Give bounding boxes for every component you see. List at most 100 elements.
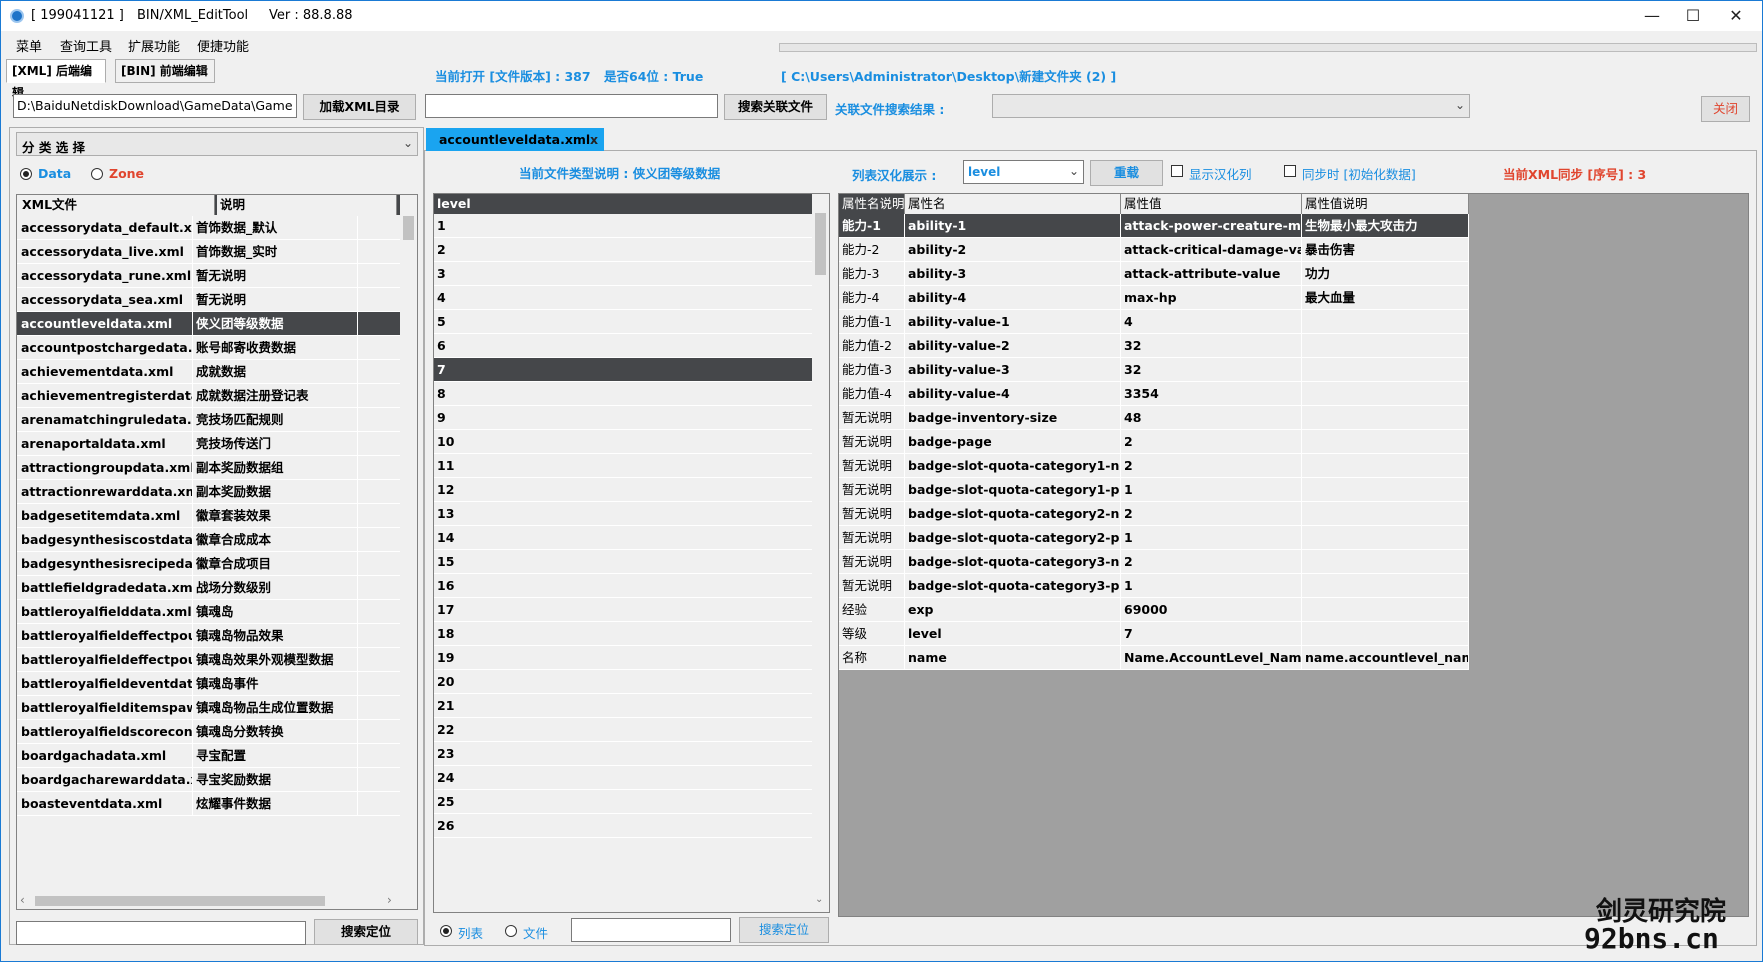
attribute-row[interactable]: 等级 level 7 [839, 622, 1469, 646]
sync-init-checkbox[interactable] [1284, 165, 1296, 177]
level-row[interactable]: 19 [434, 646, 812, 670]
attribute-row[interactable]: 能力-4 ability-4 max-hp 最大血量 [839, 286, 1469, 310]
radio-list[interactable] [440, 925, 452, 937]
level-row[interactable]: 12 [434, 478, 812, 502]
level-row[interactable]: 24 [434, 766, 812, 790]
close-button[interactable]: 关闭 [1701, 96, 1750, 122]
menu-extensions[interactable]: 扩展功能 [128, 36, 180, 55]
level-row[interactable]: 10 [434, 430, 812, 454]
close-window-button[interactable]: ✕ [1713, 1, 1759, 31]
radio-file[interactable] [505, 925, 517, 937]
attribute-row[interactable]: 能力值-4 ability-value-4 3354 [839, 382, 1469, 406]
file-table-hscroll[interactable]: ‹ › [17, 892, 417, 909]
table-row[interactable]: accountleveldata.xml 侠义团等级数据 [17, 312, 400, 336]
table-row[interactable]: boardgacharewarddata.xml寻宝奖励数据 [17, 768, 400, 792]
table-row[interactable]: battleroyalfielddata.xml 镇魂岛 [17, 600, 400, 624]
tab-xml-edit[interactable]: [XML] 后端编辑 [6, 59, 106, 100]
table-row[interactable]: badgesynthesisrecipedata.xml徽章合成项目 [17, 552, 400, 576]
col-xml-file[interactable]: XML文件 [17, 195, 215, 215]
table-row[interactable]: battleroyalfieldeffectpouchd...镇魂岛物品效果 [17, 624, 400, 648]
attribute-row[interactable]: 经验 exp 69000 [839, 598, 1469, 622]
table-row[interactable]: battleroyalfieldeffectpouch...镇魂岛效果外观模型数… [17, 648, 400, 672]
table-row[interactable]: attractionrewarddata.xml 副本奖励数据 [17, 480, 400, 504]
level-row[interactable]: 17 [434, 598, 812, 622]
table-row[interactable]: battlefieldgradedata.xml 战场分数级别 [17, 576, 400, 600]
level-row[interactable]: 22 [434, 718, 812, 742]
table-row[interactable]: arenamatchingruledata.xml竞技场匹配规则 [17, 408, 400, 432]
menu-shortcuts[interactable]: 便捷功能 [197, 36, 249, 55]
reload-button[interactable]: 重载 [1090, 160, 1163, 186]
minimize-button[interactable]: — [1629, 1, 1675, 31]
level-row[interactable]: 18 [434, 622, 812, 646]
table-row[interactable]: battleroyalfielditemspawnpo...镇魂岛物品生成位置数… [17, 696, 400, 720]
directory-input[interactable]: D:\BaiduNetdiskDownload\GameData\Game [13, 94, 297, 118]
table-row[interactable]: boasteventdata.xml 炫耀事件数据 [17, 792, 400, 816]
level-list-vscroll[interactable]: ⌄ [812, 194, 829, 912]
attribute-row[interactable]: 暂无说明badge-slot-quota-category1-normal2 [839, 454, 1469, 478]
level-row[interactable]: 16 [434, 574, 812, 598]
attribute-row[interactable]: 暂无说明badge-slot-quota-category3-premium1 [839, 574, 1469, 598]
level-row[interactable]: 11 [434, 454, 812, 478]
level-row[interactable]: 8 [434, 382, 812, 406]
show-cn-col-checkbox[interactable] [1171, 165, 1183, 177]
maximize-button[interactable]: ☐ [1670, 1, 1716, 31]
attribute-row[interactable]: 能力-1ability-1attack-power-creature-min-m… [839, 214, 1469, 238]
level-row[interactable]: 21 [434, 694, 812, 718]
table-row[interactable]: badgesetitemdata.xml 徽章套装效果 [17, 504, 400, 528]
table-row[interactable]: boardgachadata.xml 寻宝配置 [17, 744, 400, 768]
table-row[interactable]: battleroyalfieldeventdata.xml镇魂岛事件 [17, 672, 400, 696]
table-row[interactable]: accessorydata_default.xml 首饰数据_默认 [17, 216, 400, 240]
level-row[interactable]: 1 [434, 214, 812, 238]
col-display-select[interactable]: level ⌄ [963, 160, 1084, 184]
load-xml-dir-button[interactable]: 加载XML目录 [303, 94, 416, 120]
level-row[interactable]: 26 [434, 814, 812, 838]
level-row[interactable]: 15 [434, 550, 812, 574]
col-level[interactable]: level [434, 194, 812, 214]
level-row[interactable]: 13 [434, 502, 812, 526]
attribute-row[interactable]: 暂无说明 badge-page 2 [839, 430, 1469, 454]
attribute-row[interactable]: 暂无说明badge-slot-quota-category2-normal2 [839, 502, 1469, 526]
locate-button[interactable]: 搜索定位 [739, 917, 829, 943]
level-row[interactable]: 5 [434, 310, 812, 334]
level-row[interactable]: 3 [434, 262, 812, 286]
level-row[interactable]: 25 [434, 790, 812, 814]
col-attr-value[interactable]: 属性值 [1121, 194, 1302, 214]
attribute-row[interactable]: 能力-2ability-2attack-critical-damage-valu… [839, 238, 1469, 262]
col-attr-desc[interactable]: 属性名说明 [839, 194, 905, 214]
search-related-button[interactable]: 搜索关联文件 [724, 94, 827, 120]
attribute-row[interactable]: 能力值-3 ability-value-3 32 [839, 358, 1469, 382]
left-search-input[interactable] [16, 921, 306, 945]
table-row[interactable]: attractiongroupdata.xml 副本奖励数据组 [17, 456, 400, 480]
menu-query-tools[interactable]: 查询工具 [60, 36, 112, 55]
level-row[interactable]: 23 [434, 742, 812, 766]
attribute-row[interactable]: 能力-3 ability-3 attack-attribute-value 功力 [839, 262, 1469, 286]
level-row[interactable]: 9 [434, 406, 812, 430]
attribute-row[interactable]: 名称nameName.AccountLevel_Name_007name.acc… [839, 646, 1469, 670]
table-row[interactable]: arenaportaldata.xml 竞技场传送门 [17, 432, 400, 456]
category-select[interactable]: 分 类 选 择 ⌄ [16, 132, 418, 156]
table-row[interactable]: accessorydata_live.xml 首饰数据_实时 [17, 240, 400, 264]
level-row[interactable]: 14 [434, 526, 812, 550]
attribute-row[interactable]: 暂无说明badge-slot-quota-category2-premium1 [839, 526, 1469, 550]
table-row[interactable]: accessorydata_sea.xml 暂无说明 [17, 288, 400, 312]
table-row[interactable]: badgesynthesiscostdata.xml徽章合成成本 [17, 528, 400, 552]
attribute-row[interactable]: 暂无说明badge-slot-quota-category1-premium1 [839, 478, 1469, 502]
level-row[interactable]: 4 [434, 286, 812, 310]
table-row[interactable]: achievementdata.xml 成就数据 [17, 360, 400, 384]
table-row[interactable]: battleroyalfieldscoreconversi...镇魂岛分数转换 [17, 720, 400, 744]
level-row[interactable]: 20 [434, 670, 812, 694]
attribute-row[interactable]: 能力值-2 ability-value-2 32 [839, 334, 1469, 358]
table-row[interactable]: achievementregisterdata.xml成就数据注册登记表 [17, 384, 400, 408]
attribute-row[interactable]: 暂无说明 badge-inventory-size 48 [839, 406, 1469, 430]
related-search-input[interactable] [425, 94, 718, 118]
doc-tab[interactable]: accountleveldata.xml x [426, 128, 604, 151]
attribute-row[interactable]: 能力值-1 ability-value-1 4 [839, 310, 1469, 334]
radio-data[interactable] [20, 168, 32, 180]
locate-input[interactable] [571, 918, 731, 942]
attribute-row[interactable]: 暂无说明badge-slot-quota-category3-normal2 [839, 550, 1469, 574]
col-attr-name[interactable]: 属性名 [905, 194, 1121, 214]
file-table-vscroll[interactable] [400, 195, 417, 892]
level-row[interactable]: 6 [434, 334, 812, 358]
menu-main[interactable]: 菜单 [16, 36, 42, 55]
left-search-button[interactable]: 搜索定位 [314, 919, 418, 945]
